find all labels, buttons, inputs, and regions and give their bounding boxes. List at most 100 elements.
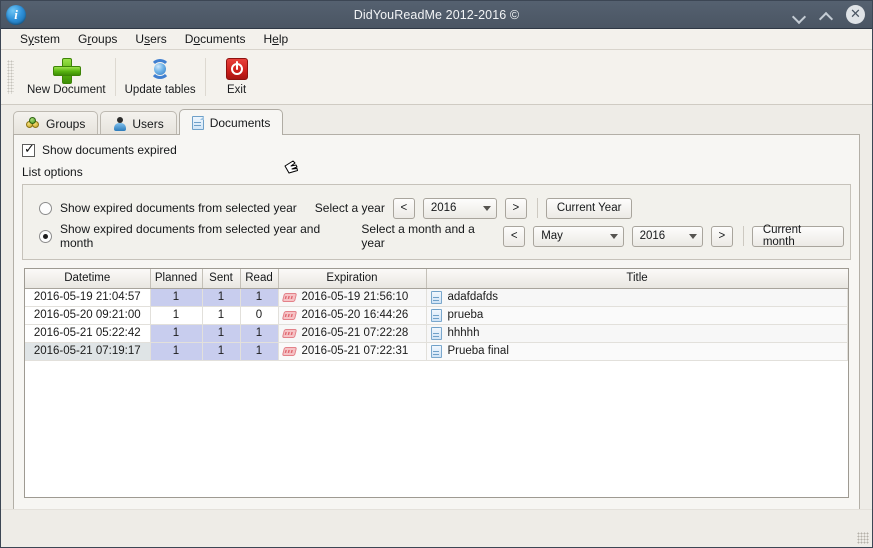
chevron-down-icon [482,205,491,211]
show-expired-checkbox-row[interactable]: Show documents expired [14,142,859,157]
title-text: adafdafds [447,291,499,303]
month-next-button[interactable]: > [710,225,733,247]
title-text: Prueba final [447,345,509,357]
stamp-icon [281,346,297,356]
minimize-button[interactable] [792,7,808,23]
options-area: Show documents expired List options Show… [14,135,859,260]
cell-planned: 1 [150,324,203,343]
current-month-button[interactable]: Current month [751,224,844,248]
close-icon: ✕ [850,7,861,22]
cell-expiration: 2016-05-19 21:56:10 [278,288,427,307]
show-expired-label: Show documents expired [42,143,177,157]
title-text: hhhhh [447,327,480,339]
chevron-down-icon [688,233,697,239]
exit-label: Exit [227,84,247,96]
month-prev-button[interactable]: < [503,225,526,247]
chevron-down-icon [609,233,618,239]
list-options-group: Show expired documents from selected yea… [22,184,851,260]
file-icon [430,326,442,340]
tab-documents[interactable]: Documents [178,109,284,135]
radio-year-label: Show expired documents from selected yea… [60,201,297,215]
plus-icon [53,58,82,84]
menu-item-help[interactable]: Help [254,30,297,48]
year-next-button[interactable]: > [504,197,527,219]
table-header-row: Datetime Planned Sent Read Expiration Ti… [25,269,848,289]
toolbar: New Document Update tables Exit [1,50,872,105]
documents-table-container[interactable]: Datetime Planned Sent Read Expiration Ti… [24,268,849,498]
cell-read: 1 [240,288,279,307]
exit-button[interactable]: Exit [206,52,268,102]
select-year-label: Select a year [314,201,385,215]
column-header-planned[interactable]: Planned [150,269,203,289]
separator [536,198,538,218]
tab-users-label: Users [132,116,164,131]
cell-sent: 1 [202,324,241,343]
cell-title: prueba [426,306,848,325]
cell-sent: 1 [202,342,241,361]
documents-table: Datetime Planned Sent Read Expiration Ti… [25,269,848,361]
cell-title: hhhhh [426,324,848,343]
table-row[interactable]: 2016-05-19 21:04:57 1 1 1 2016-05-19 21:56:1… [25,288,848,307]
stamp-icon [281,292,297,302]
chevron-down-icon [794,10,805,21]
cell-sent: 1 [202,288,241,307]
radio-year[interactable] [39,201,52,215]
expiration-text: 2016-05-20 16:44:26 [301,309,409,321]
new-document-button[interactable]: New Document [18,52,115,102]
column-header-sent[interactable]: Sent [202,269,241,289]
file-icon [430,344,442,358]
resize-grip[interactable] [857,532,869,544]
cell-expiration: 2016-05-21 07:22:31 [278,342,427,361]
close-button[interactable]: ✕ [846,5,865,24]
show-expired-checkbox[interactable] [22,142,35,157]
stamp-icon [281,310,297,320]
tab-groups[interactable]: Groups [13,111,99,135]
year-dropdown[interactable]: 2016 [422,197,497,219]
maximize-button[interactable] [819,7,835,23]
column-header-read[interactable]: Read [240,269,279,289]
cell-sent: 1 [202,306,241,325]
table-row[interactable]: 2016-05-21 07:19:17 1 1 1 2016-05-21 07:22:3… [25,342,848,361]
table-row[interactable]: 2016-05-20 09:21:00 1 1 0 2016-05-20 16:44:2… [25,306,848,325]
cell-datetime: 2016-05-21 07:19:17 [25,342,151,361]
info-icon: i [6,4,26,25]
column-header-title[interactable]: Title [426,269,848,289]
title-text: prueba [447,309,484,321]
expiration-text: 2016-05-21 07:22:31 [301,345,409,357]
year-prev-button[interactable]: < [392,197,415,219]
radio-year-month-label: Show expired documents from selected yea… [60,222,321,250]
application-window: i DidYouReadMe 2012-2016 © ✕ System Grou… [0,0,873,548]
tab-users[interactable]: Users [100,111,177,135]
menu-item-system[interactable]: System [11,30,69,48]
month-year-dropdown[interactable]: 2016 [631,225,703,247]
separator [742,226,744,246]
update-tables-button[interactable]: Update tables [116,52,205,102]
month-year-dropdown-value: 2016 [639,230,666,242]
radio-year-month[interactable] [39,229,52,243]
stamp-icon [281,328,297,338]
groups-icon [26,117,40,130]
year-dropdown-value: 2016 [430,202,457,214]
window-title: DidYouReadMe 2012-2016 © [353,7,520,22]
column-header-datetime[interactable]: Datetime [25,269,151,289]
cell-planned: 1 [150,342,203,361]
menu-item-users[interactable]: Users [126,30,175,48]
current-year-button[interactable]: Current Year [545,197,633,219]
cell-planned: 1 [150,306,203,325]
month-option-row: Show expired documents from selected yea… [29,222,844,250]
month-dropdown[interactable]: May [533,225,624,247]
tab-groups-label: Groups [46,116,86,131]
cell-datetime: 2016-05-21 05:22:42 [25,324,151,343]
table-row[interactable]: 2016-05-21 05:22:42 1 1 1 2016-05-21 07:22:2… [25,324,848,343]
cell-datetime: 2016-05-20 09:21:00 [25,306,151,325]
menu-item-documents[interactable]: Documents [176,30,255,48]
title-bar: i DidYouReadMe 2012-2016 © ✕ [1,1,872,29]
cell-datetime: 2016-05-19 21:04:57 [25,288,151,307]
column-header-expiration[interactable]: Expiration [278,269,427,289]
month-dropdown-value: May [541,230,563,242]
tab-documents-label: Documents [209,115,271,130]
tab-strip: Groups Users Documents [1,109,872,135]
toolbar-drag-handle[interactable] [7,60,14,94]
menu-item-groups[interactable]: Groups [69,30,126,48]
status-bar [1,509,872,547]
